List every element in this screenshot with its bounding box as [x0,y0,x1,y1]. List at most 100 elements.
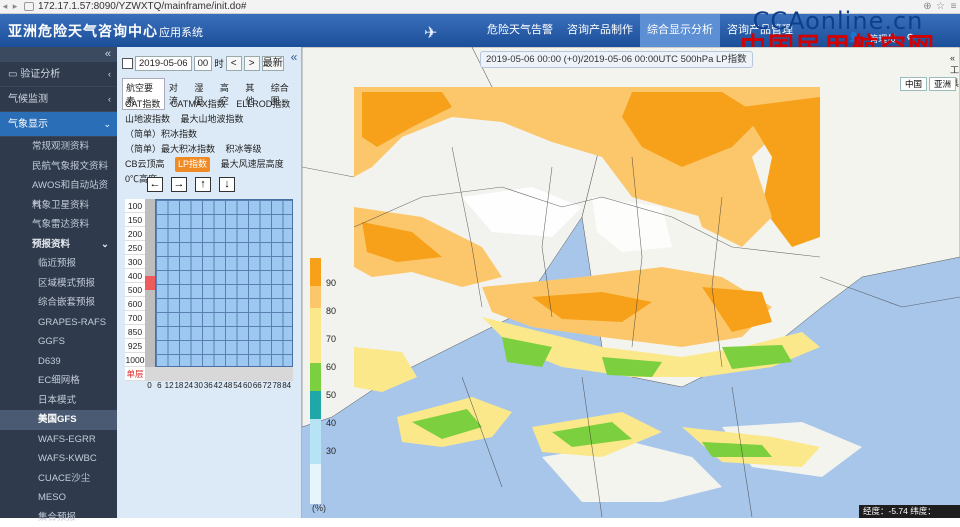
user-icon[interactable]: 👤 [848,32,859,45]
grid-level-label[interactable]: 150 [125,213,145,227]
chevron-down-icon: ⌄ [103,112,111,136]
date-input[interactable]: 2019-05-06 [135,56,192,71]
forecast-item[interactable]: GGFS [0,332,117,352]
nav-advisory-make[interactable]: 咨询产品制作 [560,14,640,47]
menu-icon[interactable]: ≡ [947,1,960,12]
grid-hour-label[interactable]: 42 [214,381,223,393]
grid-hour-label[interactable]: 48 [223,381,232,393]
region-tab-asia[interactable]: 亚洲 [929,77,956,91]
prev-time-button[interactable]: < [226,56,242,71]
settings-icon[interactable]: ⚙ [906,32,914,45]
grid-level-label[interactable]: 100 [125,199,145,213]
forecast-item[interactable]: 综合嵌套预报 [0,293,117,313]
grid-selected-cell[interactable] [145,276,155,290]
monitor-icon: ▭ 验证分析 [8,62,60,86]
grid-hour-label[interactable]: 30 [194,381,203,393]
sidebar-sub-obs[interactable]: 常规观测资料 [0,137,117,157]
grid-hour-label[interactable]: 54 [233,381,242,393]
grid-level-label[interactable]: 600 [125,297,145,311]
panel-collapse-icon[interactable]: « [287,50,301,64]
grid-hour-label[interactable]: 24 [184,381,193,393]
legend-seg-sky [310,419,321,464]
param-lp-selected[interactable]: LP指数 [175,157,210,172]
back-icon[interactable]: ◂ [0,1,10,12]
sidebar-item-label: 气候监测 [8,87,48,111]
sidebar-item-weather-display[interactable]: 气象显示⌄ [0,112,117,137]
legend-seg-pale [310,464,321,504]
grid-level-label[interactable]: 500 [125,283,145,297]
forecast-item[interactable]: 集合预报 [0,508,117,527]
sidebar-sub-awos[interactable]: AWOS和自动站资料 [0,176,117,196]
param-catmax[interactable]: CATMAX指数 [171,97,226,112]
map-canvas [302,47,960,518]
username[interactable]: 管理员 [869,32,896,45]
forecast-item[interactable]: WAFS-KWBC [0,449,117,469]
sidebar-collapse-icon[interactable]: « [0,47,117,62]
forecast-item[interactable]: CUACE沙尘 [0,469,117,489]
forecast-item[interactable]: MESO [0,488,117,508]
param-icing-max[interactable]: （简单）最大积冰指数 [125,142,215,157]
arrow-right-button[interactable]: → [171,177,187,192]
hour-input[interactable]: 00 [194,56,213,71]
map-view[interactable]: 2019-05-06 00:00 (+0)/2019-05-06 00:00UT… [302,47,960,518]
forecast-item[interactable]: 临近预报 [0,254,117,274]
forecast-item[interactable]: 日本模式 [0,391,117,411]
param-ellrod[interactable]: ELLROD指数 [236,97,290,112]
sidebar-sub-forecast[interactable]: 预报资料⌄ [0,235,117,255]
param-maxwind[interactable]: 最大风速层高度 [221,157,284,172]
arrow-left-button[interactable]: ← [147,177,163,192]
latest-button[interactable]: 最新 [262,56,284,71]
forecast-item[interactable]: GRAPES-RAFS [0,313,117,333]
grid-cells[interactable] [155,199,293,367]
grid-level-label[interactable]: 925 [125,339,145,353]
legend-tick: 50 [326,390,336,400]
param-mtw-max[interactable]: 最大山地波指数 [181,112,244,127]
grid-level-label[interactable]: 单层 [125,367,145,381]
grid-level-label[interactable]: 850 [125,325,145,339]
grid-hour-label[interactable]: 72 [263,381,272,393]
grid-hour-label[interactable]: 0 [145,381,154,393]
grid-hour-label[interactable]: 84 [282,381,291,393]
grid-level-label[interactable]: 400 [125,269,145,283]
forward-icon[interactable]: ▸ [10,1,20,12]
star-icon[interactable]: ☆ [934,1,947,12]
param-mtw[interactable]: 山地波指数 [125,112,170,127]
sidebar-sub-msg[interactable]: 民航气象报文资料 [0,157,117,177]
forecast-item-gfs-active[interactable]: 美国GFS [0,410,117,430]
param-cb-top[interactable]: CB云顶高 [125,157,165,172]
grid-hour-label[interactable]: 78 [272,381,281,393]
forecast-item[interactable]: D639 [0,352,117,372]
grid-hour-label[interactable]: 18 [174,381,183,393]
param-icing-level[interactable]: 积冰等级 [226,142,262,157]
grid-level-label[interactable]: 300 [125,255,145,269]
forecast-item[interactable]: 区域模式预报 [0,274,117,294]
param-cat[interactable]: CAT指数 [125,97,160,112]
grid-hour-label[interactable]: 12 [165,381,174,393]
grid-hour-label[interactable]: 6 [155,381,164,393]
url-field[interactable]: 172.17.1.57:8090/YZWXTQ/mainframe/init.d… [38,1,921,12]
nav-hazard-alert[interactable]: 危险天气告警 [480,14,560,47]
forecast-item[interactable]: EC细网格 [0,371,117,391]
arrow-up-button[interactable]: ↑ [195,177,211,192]
grid-level-label[interactable]: 200 [125,227,145,241]
nav-display-analysis[interactable]: 综合显示分析 [640,14,720,47]
grid-hour-label[interactable]: 66 [253,381,262,393]
sidebar-item-climate[interactable]: 气候监测‹ [0,87,117,112]
sidebar-item-verify[interactable]: ▭ 验证分析‹ [0,62,117,87]
calendar-icon[interactable] [122,58,133,69]
region-tab-china[interactable]: 中国 [900,77,927,91]
param-icing[interactable]: （简单）积冰指数 [125,127,197,142]
next-time-button[interactable]: > [244,56,260,71]
grid-level-label[interactable]: 700 [125,311,145,325]
nav-advisory-manage[interactable]: 咨询产品管理 [720,14,800,47]
grid-level-label[interactable]: 250 [125,241,145,255]
grid-level-label[interactable]: 1000 [125,353,145,367]
forecast-item[interactable]: WAFS-EGRR [0,430,117,450]
zoom-icon[interactable]: ⊕ [921,1,934,12]
legend-tick: 40 [326,418,336,428]
sidebar-sub-satellite[interactable]: 气象卫星资料 [0,196,117,216]
sidebar-sub-radar[interactable]: 气象雷达资料 [0,215,117,235]
arrow-down-button[interactable]: ↓ [219,177,235,192]
grid-hour-label[interactable]: 36 [204,381,213,393]
grid-hour-label[interactable]: 60 [243,381,252,393]
